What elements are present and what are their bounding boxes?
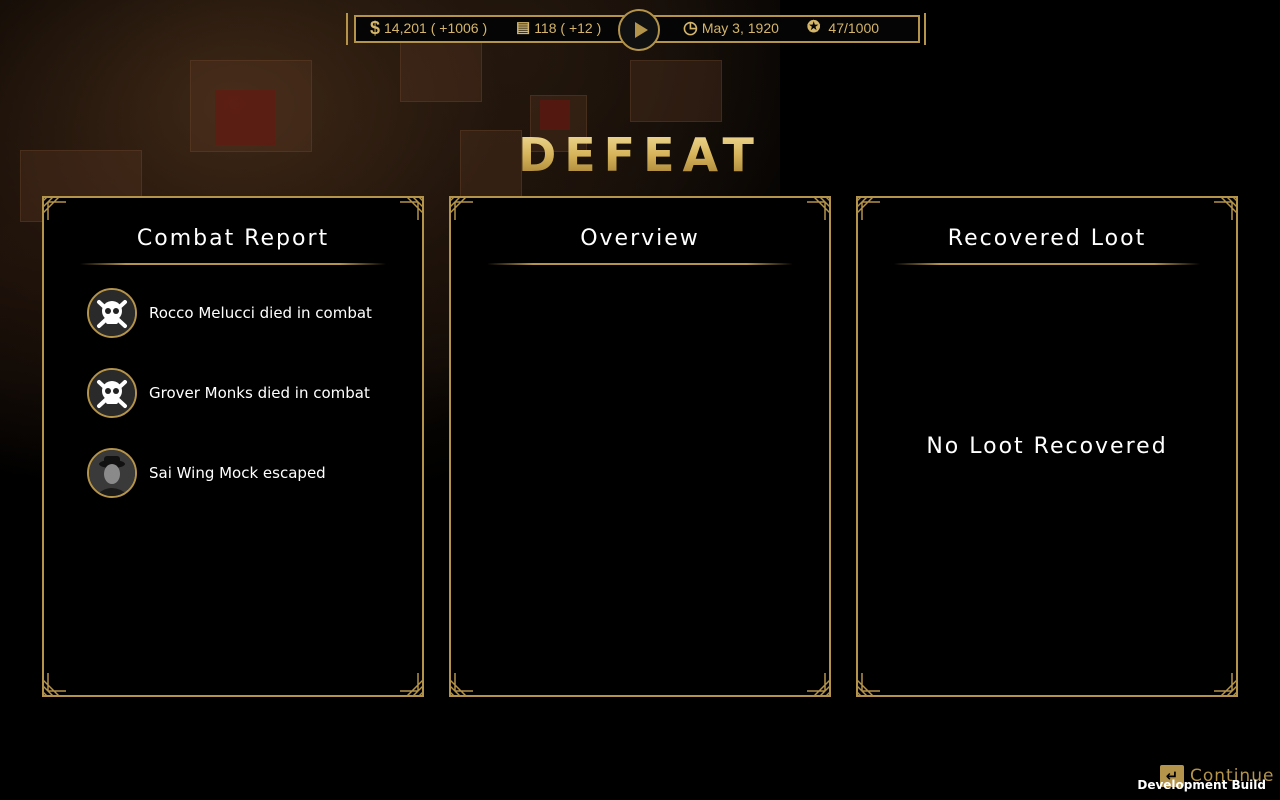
play-icon: [634, 22, 648, 38]
supplies-stat: ▤ 118 ( +12 ): [516, 19, 601, 37]
date-value: May 3, 1920: [701, 20, 779, 36]
money-value: 14,201 ( +1006 ): [384, 20, 488, 36]
combat-report-text: Rocco Melucci died in combat: [149, 304, 372, 322]
star-badge-icon: ✪: [807, 19, 821, 36]
corner-ornament: [42, 663, 76, 697]
resource-bar: $ 14,201 ( +1006 ) ▤ 118 ( +12 ) ◷ May 3…: [346, 9, 926, 51]
corner-ornament: [449, 663, 483, 697]
heat-value: 47/1000: [828, 20, 880, 36]
resource-bar-cap-right: [910, 13, 926, 45]
resource-bar-cap-left: [346, 13, 362, 45]
clock-icon: ◷: [683, 18, 698, 37]
corner-ornament: [797, 196, 831, 230]
character-portrait: [87, 448, 137, 498]
corner-ornament: [856, 663, 890, 697]
corner-ornament: [42, 196, 76, 230]
corner-ornament: [856, 196, 890, 230]
corner-ornament: [449, 196, 483, 230]
corner-ornament: [390, 196, 424, 230]
combat-report-item: Sai Wing Mock escaped: [87, 448, 326, 498]
money-stat: $ 14,201 ( +1006 ): [370, 19, 487, 37]
play-button[interactable]: [618, 9, 660, 51]
combat-report-item: Grover Monks died in combat: [87, 368, 370, 418]
combat-report-title: Combat Report: [136, 226, 330, 251]
title-divider: [80, 263, 386, 265]
no-loot-message: No Loot Recovered: [926, 434, 1168, 459]
result-title: DEFEAT: [0, 128, 1280, 182]
corner-ornament: [390, 663, 424, 697]
recovered-loot-title: Recovered Loot: [947, 226, 1147, 251]
development-build-label: Development Build: [1137, 778, 1266, 792]
title-divider: [487, 263, 793, 265]
corner-ornament: [1204, 196, 1238, 230]
dollar-icon: $: [370, 18, 381, 38]
corner-ornament: [797, 663, 831, 697]
date-stat: ◷ May 3, 1920: [683, 19, 779, 37]
supplies-value: 118 ( +12 ): [534, 20, 602, 36]
title-divider: [894, 263, 1200, 265]
combat-report-text: Sai Wing Mock escaped: [149, 464, 326, 482]
combat-report-item: Rocco Melucci died in combat: [87, 288, 372, 338]
skull-crossbones-icon: [87, 288, 137, 338]
overview-panel: Overview: [449, 196, 831, 697]
overview-title: Overview: [580, 226, 700, 251]
skull-crossbones-icon: [87, 368, 137, 418]
combat-report-panel: Combat Report Rocco Melucci died in comb…: [42, 196, 424, 697]
corner-ornament: [1204, 663, 1238, 697]
crate-icon: ▤: [516, 19, 531, 36]
heat-stat: ✪ 47/1000: [807, 19, 879, 37]
combat-report-text: Grover Monks died in combat: [149, 384, 370, 402]
recovered-loot-panel: Recovered Loot No Loot Recovered: [856, 196, 1238, 697]
